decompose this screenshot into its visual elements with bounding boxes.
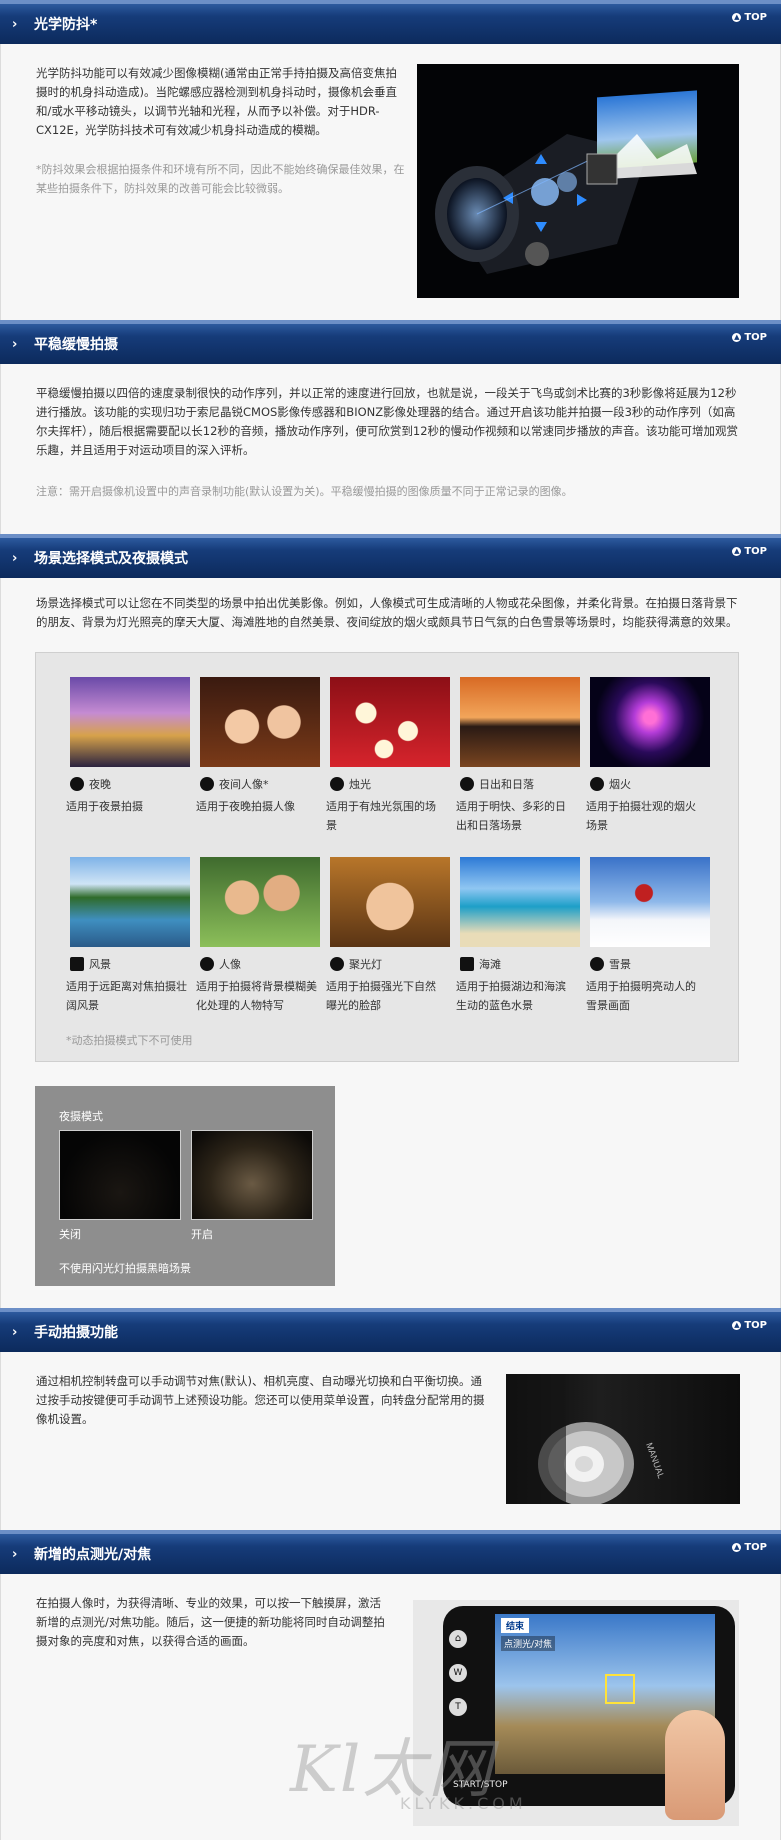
- section-header-stabilizer: › 光学防抖* ▲ TOP: [0, 0, 781, 44]
- scene-desc-candle: 适用于有烛光氛围的场景: [326, 800, 436, 832]
- back-to-top-link[interactable]: ▲ TOP: [732, 1320, 767, 1332]
- arrow-up-icon: ▲: [732, 1320, 742, 1330]
- section-note: 注意：需开启摄像机设置中的声音录制功能(默认设置为关)。平稳缓慢拍摄的图像质量不…: [36, 485, 573, 498]
- scene-desc-portrait: 适用于拍摄将背景模糊美化处理的人物特写: [196, 980, 317, 1012]
- scene-desc-beach: 适用于拍摄湖边和海滨生动的蓝色水景: [456, 980, 566, 1012]
- section-panel-slowmo: 平稳缓慢拍摄以四倍的速度录制很快的动作序列，并以正常的速度进行回放，也就是说，一…: [0, 364, 781, 534]
- scene-image-night: [70, 677, 190, 767]
- spotlight-icon: [330, 957, 344, 971]
- snow-icon: [590, 957, 604, 971]
- scene-label-sunset: 日出和日落: [460, 777, 534, 792]
- finger-image: [665, 1710, 725, 1820]
- scene-note: *动态拍摄模式下不可使用: [66, 1034, 193, 1047]
- scene-image-landscape: [70, 857, 190, 947]
- scene-label-night: 夜晚: [70, 777, 111, 792]
- section-body: 通过相机控制转盘可以手动调节对焦(默认)、相机亮度、自动曝光切换和白平衡切换。通…: [36, 1374, 485, 1426]
- scene-desc-fireworks: 适用于拍摄壮观的烟火场景: [586, 800, 696, 832]
- scene-label-landscape: 风景: [70, 957, 111, 972]
- scene-desc-spotlight: 适用于拍摄强光下自然曝光的脸部: [326, 980, 436, 1012]
- scene-label-night-portrait: 夜间人像*: [200, 777, 269, 792]
- watermark-domain: KLYKK.COM: [400, 1794, 527, 1813]
- scene-label-fireworks: 烟火: [590, 777, 631, 792]
- beach-icon: [460, 957, 474, 971]
- sunset-icon: [460, 777, 474, 791]
- night-portrait-icon: [200, 777, 214, 791]
- arrow-up-icon: ▲: [732, 546, 742, 556]
- scene-desc-night: 适用于夜景拍摄: [66, 800, 143, 813]
- scene-image-sunset: [460, 677, 580, 767]
- section-header-scene: › 场景选择模式及夜摄模式 ▲ TOP: [0, 534, 781, 578]
- section-title: 光学防抖*: [34, 17, 98, 33]
- scene-image-fireworks: [590, 677, 710, 767]
- scene-label-beach: 海滩: [460, 957, 501, 972]
- night-mode-off-image: [59, 1130, 181, 1220]
- scene-desc-sunset: 适用于明快、多彩的日出和日落场景: [456, 800, 566, 832]
- landscape-icon: [70, 957, 84, 971]
- scene-image-beach: [460, 857, 580, 947]
- section-title: 新增的点测光/对焦: [34, 1547, 152, 1563]
- chevron-right-icon: ›: [12, 551, 18, 566]
- scene-desc-snow: 适用于拍摄明亮动人的雪景画面: [586, 980, 696, 1012]
- night-mode-off-label: 关闭: [59, 1228, 81, 1241]
- watermark-logo: Kl太网 KLYKK.COM: [290, 1733, 527, 1813]
- section-body: 在拍摄人像时，为获得清晰、专业的效果，可以按一下触摸屏，激活新增的点测光/对焦功…: [36, 1596, 385, 1648]
- section-header-spot: › 新增的点测光/对焦 ▲ TOP: [0, 1530, 781, 1574]
- section-panel-manual: 通过相机控制转盘可以手动调节对焦(默认)、相机亮度、自动曝光切换和白平衡切换。通…: [0, 1352, 781, 1530]
- scene-mode-grid: 夜晚 夜间人像* 烛光 日出和日落 烟火 适用于夜景拍摄 适用于夜晚拍摄人像 适…: [35, 652, 739, 1062]
- scene-label-spotlight: 聚光灯: [330, 957, 382, 972]
- manual-dial-image: MANUAL: [506, 1374, 740, 1504]
- back-to-top-link[interactable]: ▲ TOP: [732, 1542, 767, 1554]
- scene-image-spotlight: [330, 857, 450, 947]
- section-note: *防抖效果会根据拍摄条件和环境有所不同，因此不能始终确保最佳效果，在某些拍摄条件…: [36, 163, 405, 195]
- scene-label-candle: 烛光: [330, 777, 371, 792]
- chevron-right-icon: ›: [12, 1547, 18, 1562]
- section-panel-stabilizer: 光学防抖功能可以有效减少图像模糊(通常由正常手持拍摄及高倍变焦拍摄时的机身抖动造…: [0, 44, 781, 320]
- zoom-w-button[interactable]: W: [449, 1664, 467, 1682]
- portrait-icon: [200, 957, 214, 971]
- focus-frame: [605, 1674, 635, 1704]
- back-to-top-link[interactable]: ▲ TOP: [732, 332, 767, 344]
- section-title: 手动拍摄功能: [34, 1325, 118, 1341]
- section-body: 平稳缓慢拍摄以四倍的速度录制很快的动作序列，并以正常的速度进行回放，也就是说，一…: [36, 386, 739, 457]
- moon-icon: [70, 777, 84, 791]
- section-body: 场景选择模式可以让您在不同类型的场景中拍出优美影像。例如，人像模式可生成清晰的人…: [36, 596, 738, 629]
- night-mode-caption: 不使用闪光灯拍摄黑暗场景: [59, 1262, 191, 1275]
- scene-image-candle: [330, 677, 450, 767]
- screen-hint: 点测光/对焦: [501, 1636, 556, 1651]
- night-mode-box: 夜摄模式 关闭 开启 不使用闪光灯拍摄黑暗场景: [35, 1086, 335, 1286]
- scene-label-snow: 雪景: [590, 957, 631, 972]
- chevron-right-icon: ›: [12, 17, 18, 32]
- zoom-t-button[interactable]: T: [449, 1698, 467, 1716]
- back-to-top-link[interactable]: ▲ TOP: [732, 12, 767, 24]
- fireworks-icon: [590, 777, 604, 791]
- candle-icon: [330, 777, 344, 791]
- chevron-right-icon: ›: [12, 337, 18, 352]
- section-header-slowmo: › 平稳缓慢拍摄 ▲ TOP: [0, 320, 781, 364]
- section-title: 平稳缓慢拍摄: [34, 337, 118, 353]
- night-mode-on-image: [191, 1130, 313, 1220]
- scene-image-snow: [590, 857, 710, 947]
- back-to-top-link[interactable]: ▲ TOP: [732, 546, 767, 558]
- section-title: 场景选择模式及夜摄模式: [34, 551, 188, 567]
- arrow-up-icon: ▲: [732, 1542, 742, 1552]
- night-mode-title: 夜摄模式: [59, 1110, 103, 1123]
- scene-image-night-portrait: [200, 677, 320, 767]
- scene-image-portrait: [200, 857, 320, 947]
- chevron-right-icon: ›: [12, 1325, 18, 1340]
- camcorder-stabilizer-image: [417, 64, 739, 298]
- arrow-up-icon: ▲: [732, 12, 742, 22]
- scene-label-portrait: 人像: [200, 957, 241, 972]
- scene-desc-landscape: 适用于远距离对焦拍摄壮阔风景: [66, 980, 187, 1012]
- section-body: 光学防抖功能可以有效减少图像模糊(通常由正常手持拍摄及高倍变焦拍摄时的机身抖动造…: [36, 66, 397, 137]
- arrow-up-icon: ▲: [732, 332, 742, 342]
- night-mode-on-label: 开启: [191, 1228, 213, 1241]
- svg-text:MANUAL: MANUAL: [644, 1441, 666, 1480]
- screen-end-button[interactable]: 结束: [501, 1618, 530, 1633]
- home-icon[interactable]: ⌂: [449, 1630, 467, 1648]
- section-header-manual: › 手动拍摄功能 ▲ TOP: [0, 1308, 781, 1352]
- scene-desc-night-portrait: 适用于夜晚拍摄人像: [196, 800, 295, 813]
